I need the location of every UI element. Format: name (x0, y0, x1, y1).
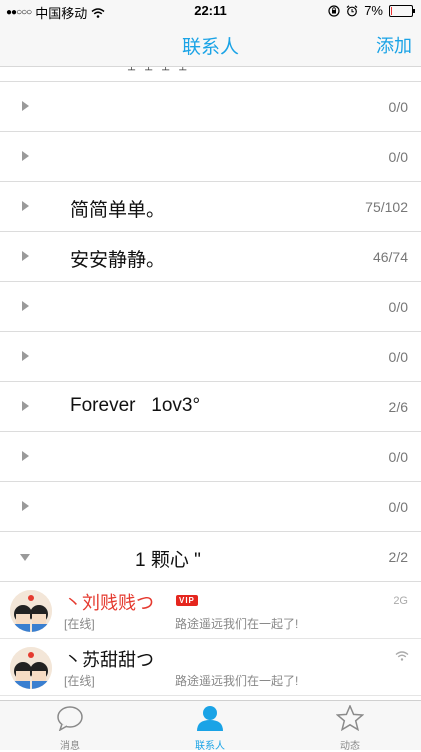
expand-arrow-icon (22, 301, 29, 311)
nav-bar: 联系人 添加 (0, 22, 421, 67)
contact-row[interactable]: 丶刘贱贱つ VIP [在线] 路途遥远我们在一起了! 2G (0, 582, 421, 639)
group-name: Forever 1ov3° (70, 395, 201, 416)
group-count: 0/0 (388, 499, 408, 515)
group-count: 0/0 (388, 99, 408, 115)
expand-arrow-icon (22, 151, 29, 161)
contact-name: 丶苏甜甜つ (64, 650, 154, 670)
group-count: 0/0 (388, 349, 408, 365)
alarm-icon (346, 4, 358, 16)
group-row[interactable]: 0/0 (0, 132, 421, 182)
group-row[interactable]: Forever 1ov3° 2/6 (0, 382, 421, 432)
group-name: 安安静静。 (70, 250, 166, 271)
group-count: 2/2 (388, 549, 408, 565)
expand-arrow-icon (22, 501, 29, 511)
group-row[interactable]: 0/0 (0, 82, 421, 132)
tab-messages[interactable]: 消息 (30, 705, 110, 752)
avatar (10, 590, 52, 632)
tab-contacts[interactable]: 联系人 (170, 705, 250, 752)
battery-icon (389, 4, 415, 17)
status-bar: ●●○○○ 中国移动 22:11 7% (0, 0, 421, 22)
group-row[interactable]: 安安静静。 46/74 (0, 232, 421, 282)
group-count: 0/0 (388, 299, 408, 315)
group-name: 1 颗心 " (135, 550, 201, 571)
contact-signature: 路途遥远我们在一起了! (175, 617, 299, 631)
page-title: 联系人 (181, 37, 239, 58)
expand-arrow-icon (22, 351, 29, 361)
chat-bubble-icon (57, 706, 83, 732)
expand-arrow-icon (22, 101, 29, 111)
group-count: 2/6 (388, 399, 408, 415)
star-icon (335, 704, 365, 732)
group-row[interactable]: 0/0 (0, 432, 421, 482)
contact-name: 丶刘贱贱つ (64, 593, 154, 613)
group-row[interactable]: 0/0 (0, 282, 421, 332)
contact-signature: 路途遥远我们在一起了! (175, 674, 299, 688)
wifi-icon (395, 651, 409, 661)
rotation-lock-icon (328, 4, 340, 17)
group-count: 75/102 (365, 199, 408, 215)
group-count: 0/0 (388, 149, 408, 165)
expand-arrow-icon (22, 201, 29, 211)
tab-feed[interactable]: 动态 (310, 704, 390, 752)
group-name: 简简单单。 (70, 200, 166, 221)
add-contact-button[interactable]: 添加 (376, 32, 412, 58)
group-row-partial: ┴┴┴┴ (0, 67, 421, 82)
network-type: 2G (393, 595, 408, 607)
vip-badge: VIP (176, 595, 198, 606)
contact-list[interactable]: ┴┴┴┴ 0/0 0/0 简简单单。 75/102 安安静静。 46/74 0/… (0, 67, 421, 696)
online-status: [在线] (64, 674, 95, 688)
group-count: 46/74 (372, 249, 408, 265)
collapse-arrow-icon (20, 554, 30, 561)
group-row[interactable]: 0/0 (0, 332, 421, 382)
expand-arrow-icon (22, 251, 29, 261)
avatar (10, 647, 52, 689)
contact-row[interactable]: 丶苏甜甜つ [在线] 路途遥远我们在一起了! (0, 639, 421, 696)
group-row[interactable]: 简简单单。 75/102 (0, 182, 421, 232)
expand-arrow-icon (22, 451, 29, 461)
online-status: [在线] (64, 617, 95, 631)
expand-arrow-icon (22, 401, 29, 411)
group-count: 0/0 (388, 449, 408, 465)
group-row[interactable]: 0/0 (0, 482, 421, 532)
person-icon (197, 706, 223, 731)
battery-percent: 7% (364, 3, 383, 18)
group-row-expanded[interactable]: 1 颗心 " 2/2 (0, 532, 421, 582)
tab-bar: 消息 联系人 动态 (0, 700, 421, 752)
